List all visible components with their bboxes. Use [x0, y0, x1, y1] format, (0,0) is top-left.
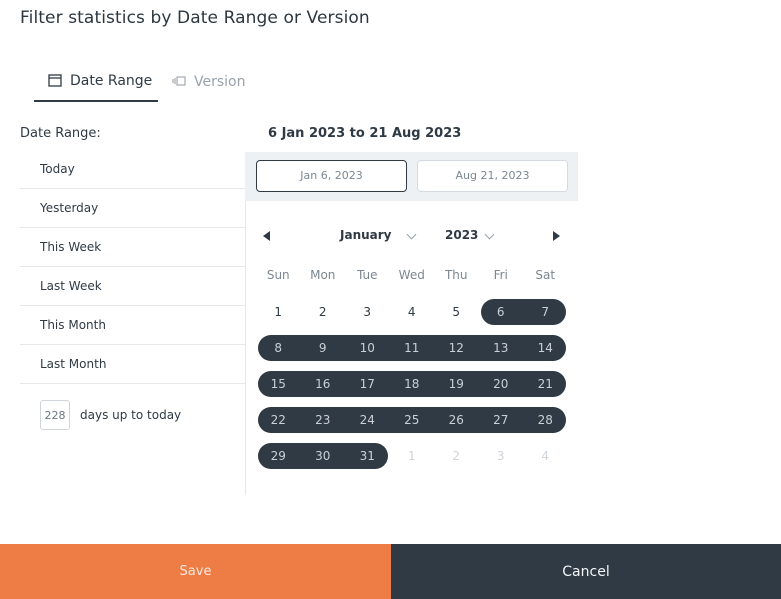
tab-version[interactable]: Version: [158, 62, 245, 102]
preset-today[interactable]: Today: [20, 150, 245, 189]
calendar-icon: [48, 74, 62, 87]
calendar-day[interactable]: 11: [390, 335, 435, 361]
calendar-day[interactable]: 2: [301, 299, 346, 325]
calendar-day[interactable]: 1: [256, 299, 301, 325]
preset-yesterday[interactable]: Yesterday: [20, 189, 245, 228]
calendar-day[interactable]: 4: [390, 299, 435, 325]
calendar-navigation: January 2023: [245, 222, 578, 252]
tab-bar: Date Range Version: [34, 62, 245, 102]
calendar-day[interactable]: 25: [390, 407, 435, 433]
chevron-down-icon[interactable]: [406, 229, 417, 240]
calendar-day-outside: 3: [496, 449, 505, 463]
start-date-input[interactable]: Jan 6, 2023: [256, 160, 407, 192]
days-up-to-today-row: days up to today: [40, 400, 181, 430]
days-input[interactable]: [40, 400, 70, 430]
calendar-day[interactable]: 7: [523, 299, 568, 325]
calendar-day[interactable]: 24: [345, 407, 390, 433]
calendar-day[interactable]: 23: [301, 407, 346, 433]
year-select[interactable]: 2023: [445, 228, 478, 242]
weekday-header: Sun Mon Tue Wed Thu Fri Sat: [256, 268, 568, 286]
tab-date-range[interactable]: Date Range: [34, 62, 158, 102]
calendar-day[interactable]: 27: [479, 407, 524, 433]
weekday-label: Fri: [493, 268, 508, 282]
calendar-day-outside: 4: [541, 449, 550, 463]
calendar-day[interactable]: 18: [390, 371, 435, 397]
calendar-day[interactable]: 9: [301, 335, 346, 361]
weekday-label: Wed: [398, 268, 425, 282]
tab-version-label: Version: [194, 74, 246, 90]
calendar-day-outside: 2: [452, 449, 461, 463]
selected-range-summary: 6 Jan 2023 to 21 Aug 2023: [268, 126, 462, 141]
preset-last-week[interactable]: Last Week: [20, 267, 245, 306]
date-range-label: Date Range:: [20, 126, 101, 141]
calendar-day[interactable]: 20: [479, 371, 524, 397]
tab-date-range-label: Date Range: [70, 73, 153, 89]
calendar-day[interactable]: 17: [345, 371, 390, 397]
calendar-day[interactable]: 28: [523, 407, 568, 433]
cancel-button[interactable]: Cancel: [391, 544, 781, 599]
chevron-down-icon[interactable]: [484, 229, 495, 240]
calendar-day[interactable]: 21: [523, 371, 568, 397]
prev-month-icon[interactable]: [263, 231, 270, 241]
calendar-day[interactable]: 29: [256, 443, 301, 469]
days-up-to-today-label: days up to today: [80, 408, 182, 422]
next-month-icon[interactable]: [553, 231, 560, 241]
weekday-label: Tue: [357, 268, 378, 282]
calendar-day[interactable]: 22: [256, 407, 301, 433]
weekday-label: Sat: [535, 268, 556, 282]
preset-this-month[interactable]: This Month: [20, 306, 245, 345]
calendar-day[interactable]: 15: [256, 371, 301, 397]
preset-this-week[interactable]: This Week: [20, 228, 245, 267]
calendar-day-outside: 1: [407, 449, 416, 463]
calendar-day[interactable]: 12: [434, 335, 479, 361]
calendar-day[interactable]: 16: [301, 371, 346, 397]
calendar-day[interactable]: 8: [256, 335, 301, 361]
calendar-day[interactable]: 19: [434, 371, 479, 397]
preset-list: Today Yesterday This Week Last Week This…: [20, 150, 245, 384]
calendar-day[interactable]: 31: [345, 443, 390, 469]
weekday-label: Mon: [310, 268, 336, 282]
calendar-day[interactable]: 30: [301, 443, 346, 469]
calendar-day[interactable]: 5: [434, 299, 479, 325]
save-button[interactable]: Save: [0, 544, 391, 599]
preset-last-month[interactable]: Last Month: [20, 345, 245, 384]
calendar-day[interactable]: 6: [479, 299, 524, 325]
calendar-day[interactable]: 10: [345, 335, 390, 361]
calendar-day[interactable]: 26: [434, 407, 479, 433]
calendar-day[interactable]: 14: [523, 335, 568, 361]
end-date-input[interactable]: Aug 21, 2023: [417, 160, 568, 192]
date-inputs-bar: Jan 6, 2023 Aug 21, 2023: [245, 152, 578, 201]
weekday-label: Sun: [266, 268, 290, 282]
dialog-title: Filter statistics by Date Range or Versi…: [20, 8, 370, 28]
calendar-day[interactable]: 13: [479, 335, 524, 361]
month-select[interactable]: January: [340, 228, 392, 242]
dialog-footer: Save Cancel: [0, 544, 781, 599]
weekday-label: Thu: [444, 268, 468, 282]
version-icon: [172, 76, 186, 86]
calendar-day[interactable]: 3: [345, 299, 390, 325]
